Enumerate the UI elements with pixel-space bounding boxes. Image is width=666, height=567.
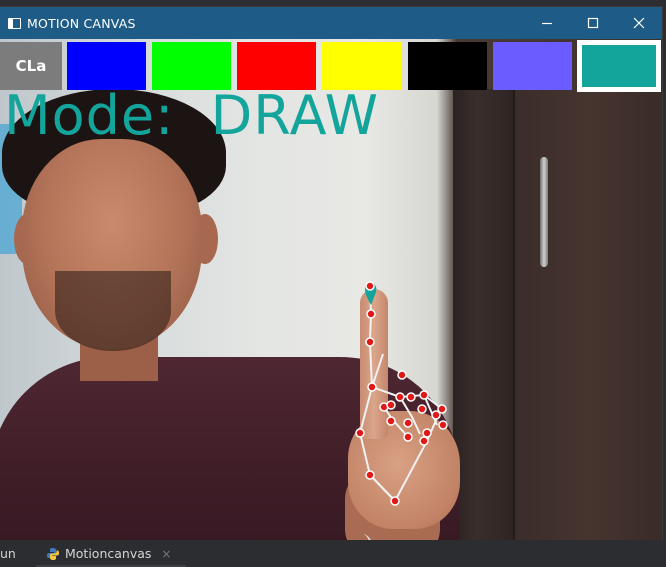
maximize-icon (587, 17, 599, 29)
clear-button[interactable]: CLa (0, 42, 62, 90)
ide-run-bar: un Motioncanvas × (0, 540, 666, 567)
run-label: un (0, 546, 16, 561)
python-icon (47, 547, 59, 560)
minimize-button[interactable] (524, 7, 570, 39)
close-button[interactable] (616, 7, 662, 39)
minimize-icon (542, 22, 552, 25)
tab-label: Motioncanvas (65, 546, 152, 561)
tab-close-icon[interactable]: × (161, 547, 171, 561)
window-title: MOTION CANVAS (27, 15, 136, 31)
close-icon (633, 17, 645, 29)
camera-canvas[interactable]: CLa Mode: DRAW (0, 39, 662, 540)
app-window-icon (8, 17, 21, 29)
title-bar[interactable]: MOTION CANVAS (0, 7, 662, 39)
color-swatch-teal[interactable] (577, 40, 661, 92)
mode-indicator: Mode: DRAW (4, 86, 379, 146)
maximize-button[interactable] (570, 7, 616, 39)
color-swatch-blue[interactable] (67, 42, 146, 90)
app-window: MOTION CANVAS CLa Mode: DRAW (0, 7, 662, 540)
tab-motioncanvas[interactable]: Motioncanvas × (46, 540, 171, 567)
color-swatch-violet[interactable] (493, 42, 572, 90)
color-swatch-yellow[interactable] (322, 42, 401, 90)
color-swatch-red[interactable] (237, 42, 316, 90)
mode-value: DRAW (210, 84, 379, 147)
color-swatch-green[interactable] (152, 42, 231, 90)
color-swatch-black[interactable] (408, 42, 487, 90)
mode-label: Mode: (4, 84, 175, 147)
